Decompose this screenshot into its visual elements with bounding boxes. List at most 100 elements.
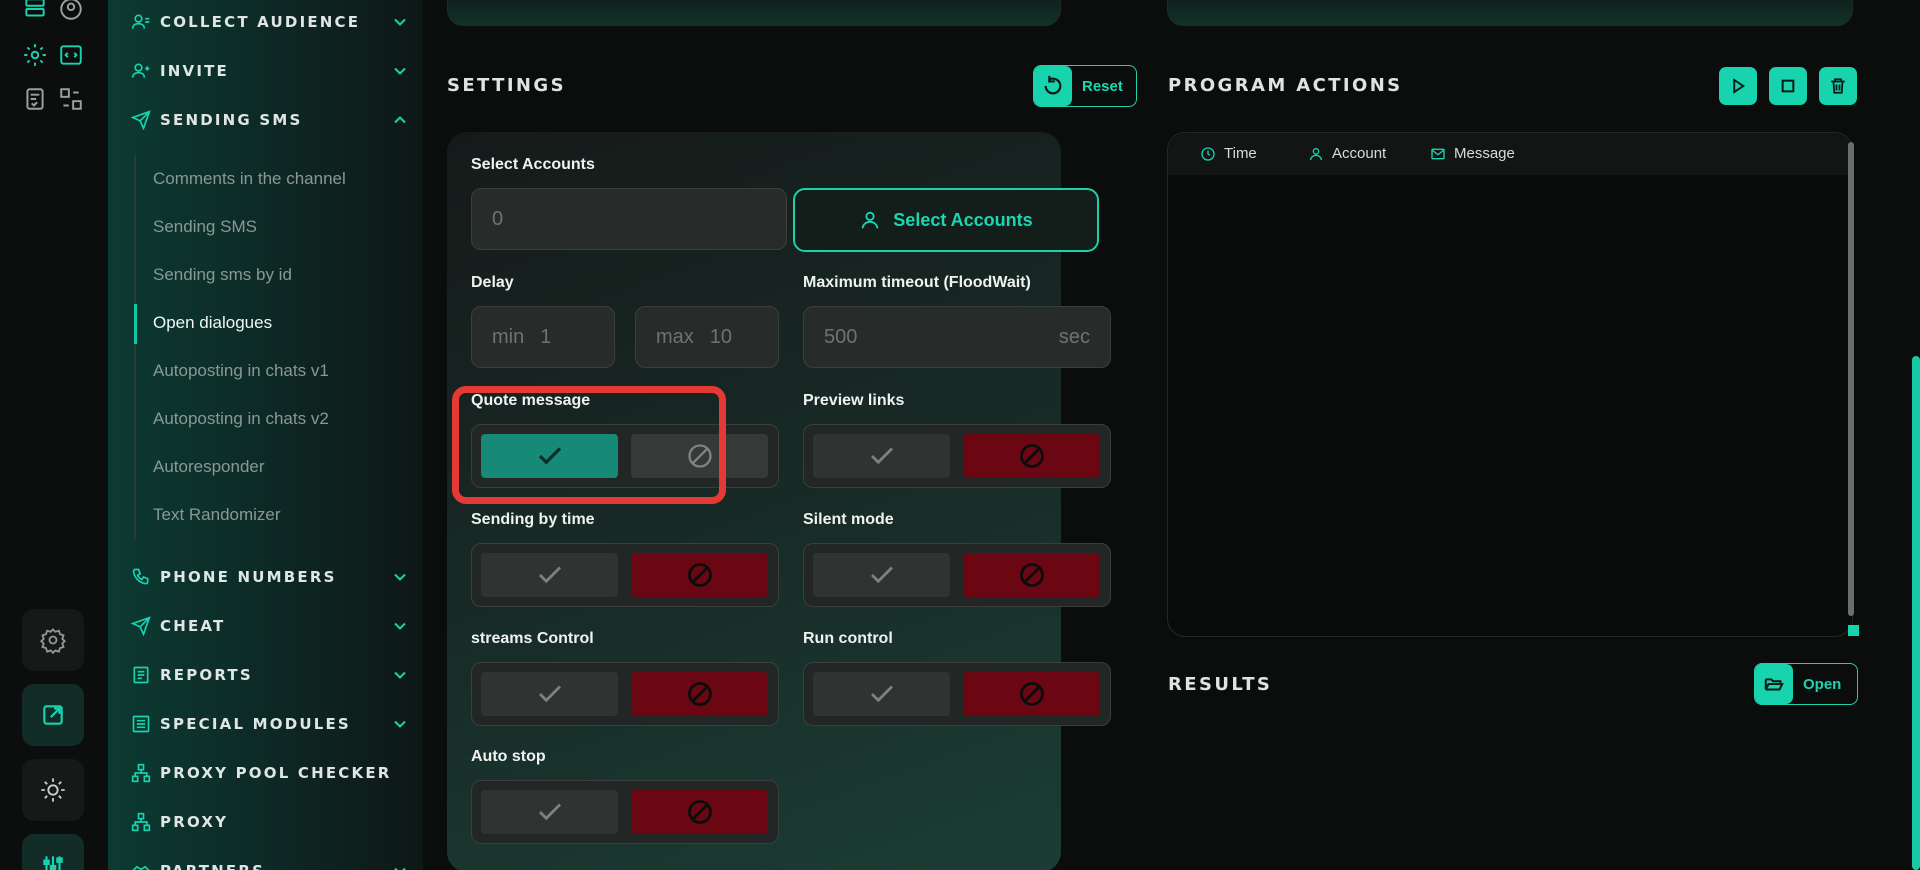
user-circle-icon[interactable]: [58, 0, 84, 22]
transfer-icon[interactable]: [58, 86, 84, 112]
sending-by-time-off[interactable]: [631, 553, 768, 597]
run-control-toggle: [803, 662, 1111, 726]
ban-icon: [687, 800, 712, 824]
chevron-down-icon[interactable]: [390, 12, 410, 32]
delay-min-field[interactable]: min 1: [471, 306, 615, 368]
checklist-icon[interactable]: [22, 86, 48, 112]
resize-handle[interactable]: [1848, 625, 1859, 636]
chevron-down-icon[interactable]: [390, 567, 410, 587]
highlight-annotation: [452, 386, 726, 504]
external-link-rail-button[interactable]: [22, 684, 84, 746]
chevron-down-icon[interactable]: [390, 616, 410, 636]
sidebar-item-cheat[interactable]: CHEAT: [130, 613, 410, 639]
gear-icon[interactable]: [22, 42, 48, 68]
user-icon: [1308, 146, 1324, 162]
column-account[interactable]: Account: [1308, 145, 1386, 162]
sending-by-time-on[interactable]: [481, 553, 618, 597]
sidebar-item-partners[interactable]: PARTNERS: [130, 858, 410, 870]
delete-button[interactable]: [1819, 67, 1857, 105]
chevron-up-icon[interactable]: [390, 110, 410, 130]
run-control-label: Run control: [803, 630, 893, 647]
select-accounts-label: Select Accounts: [471, 156, 595, 173]
timeout-field[interactable]: 500 sec: [803, 306, 1111, 368]
submenu-item[interactable]: Autoposting in chats v2: [153, 409, 329, 429]
table-scrollbar[interactable]: [1848, 142, 1854, 616]
sidebar-item-label: PHONE NUMBERS: [160, 568, 337, 586]
sidebar-item-proxy[interactable]: PROXY: [130, 809, 410, 835]
sidebar-item-sending-sms[interactable]: SENDING SMS: [130, 107, 410, 133]
ban-icon: [1019, 444, 1044, 468]
chevron-down-icon[interactable]: [390, 665, 410, 685]
select-accounts-button[interactable]: Select Accounts: [793, 188, 1099, 252]
submenu-item-active[interactable]: Open dialogues: [153, 313, 272, 333]
accounts-count-field[interactable]: 0: [471, 188, 787, 250]
sending-by-time-label: Sending by time: [471, 511, 595, 528]
silent-mode-label: Silent mode: [803, 511, 894, 528]
icon-rail: [0, 0, 108, 870]
chevron-down-icon[interactable]: [390, 714, 410, 734]
open-results-button[interactable]: Open: [1754, 663, 1858, 705]
submenu-item[interactable]: Comments in the channel: [153, 169, 346, 189]
sidebar-item-collect-audience[interactable]: COLLECT AUDIENCE: [130, 9, 410, 35]
run-control-off[interactable]: [963, 672, 1100, 716]
theme-rail-button[interactable]: [22, 759, 84, 821]
open-label: Open: [1803, 675, 1842, 693]
streams-control-off[interactable]: [631, 672, 768, 716]
ban-icon: [687, 682, 712, 706]
delay-max-value: 10: [709, 325, 733, 348]
handshake-icon: [130, 860, 152, 870]
reset-icon: [1034, 66, 1072, 106]
stop-icon: [1781, 79, 1795, 93]
preview-links-label: Preview links: [803, 392, 905, 409]
submenu-item[interactable]: Text Randomizer: [153, 505, 281, 525]
preview-links-on[interactable]: [813, 434, 950, 478]
reset-button[interactable]: Reset: [1033, 65, 1137, 107]
sidebar-item-reports[interactable]: REPORTS: [130, 662, 410, 688]
column-message[interactable]: Message: [1430, 145, 1515, 162]
column-account-label: Account: [1332, 145, 1387, 162]
streams-control-on[interactable]: [481, 672, 618, 716]
chevron-down-icon[interactable]: [390, 61, 410, 81]
delay-max-field[interactable]: max 10: [635, 306, 779, 368]
delay-min-prefix: min: [492, 325, 525, 348]
timeout-unit: sec: [1058, 325, 1090, 348]
sliders-rail-button[interactable]: [22, 834, 84, 870]
code-window-icon[interactable]: [58, 42, 84, 68]
chevron-down-icon[interactable]: [390, 861, 410, 870]
app-root: COLLECT AUDIENCE INVITE SENDING SMS Comm…: [0, 0, 1920, 870]
auto-stop-on[interactable]: [481, 790, 618, 834]
column-message-label: Message: [1454, 145, 1515, 162]
submenu-item[interactable]: Autoposting in chats v1: [153, 361, 329, 381]
ban-icon: [1019, 563, 1044, 587]
database-icon[interactable]: [22, 0, 48, 22]
check-icon: [870, 685, 893, 703]
settings-rail-button[interactable]: [22, 609, 84, 671]
sidebar-item-phone-numbers[interactable]: PHONE NUMBERS: [130, 564, 410, 590]
check-icon: [870, 566, 893, 584]
sidebar-item-label: INVITE: [160, 62, 230, 80]
check-icon: [538, 566, 561, 584]
sidebar-item-invite[interactable]: INVITE: [130, 58, 410, 84]
sidebar-item-label: CHEAT: [160, 617, 226, 635]
sidebar-item-proxy-pool-checker[interactable]: PROXY POOL CHECKER: [130, 760, 410, 786]
submenu-item[interactable]: Autoresponder: [153, 457, 265, 477]
stop-button[interactable]: [1769, 67, 1807, 105]
column-time[interactable]: Time: [1200, 145, 1257, 162]
page-scrollbar[interactable]: [1912, 356, 1920, 870]
play-button[interactable]: [1719, 67, 1757, 105]
sidebar: COLLECT AUDIENCE INVITE SENDING SMS Comm…: [108, 0, 423, 870]
modules-icon: [130, 713, 152, 735]
run-control-on[interactable]: [813, 672, 950, 716]
submenu-active-indicator: [134, 304, 137, 344]
submenu-item[interactable]: Sending sms by id: [153, 265, 292, 285]
clock-icon: [1200, 146, 1216, 162]
delay-label: Delay: [471, 274, 514, 291]
silent-mode-off[interactable]: [963, 553, 1100, 597]
folder-open-icon: [1755, 664, 1793, 704]
auto-stop-label: Auto stop: [471, 748, 546, 765]
sidebar-item-special-modules[interactable]: SPECIAL MODULES: [130, 711, 410, 737]
silent-mode-on[interactable]: [813, 553, 950, 597]
preview-links-off[interactable]: [963, 434, 1100, 478]
submenu-item[interactable]: Sending SMS: [153, 217, 257, 237]
auto-stop-off[interactable]: [631, 790, 768, 834]
